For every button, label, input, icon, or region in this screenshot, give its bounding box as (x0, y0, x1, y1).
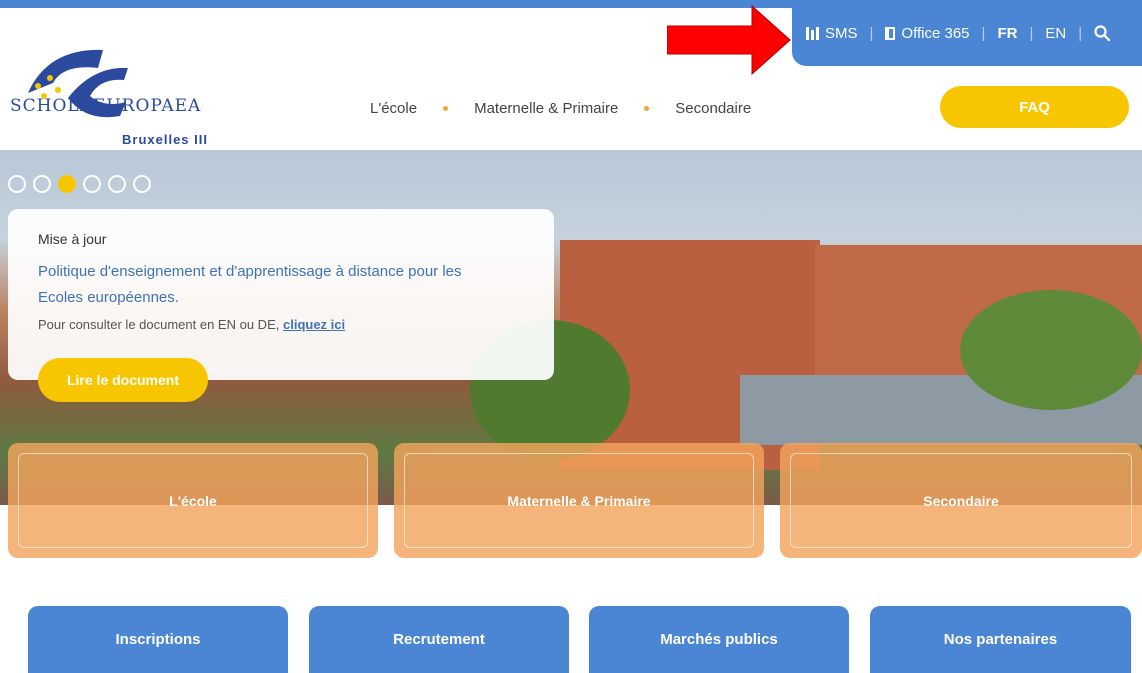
logo-campus: Bruxelles III (122, 132, 208, 147)
nav-maternelle-primaire[interactable]: Maternelle & Primaire (474, 100, 618, 117)
carousel-dot-6[interactable] (133, 175, 151, 193)
carousel-dot-5[interactable] (108, 175, 126, 193)
faq-button[interactable]: FAQ (940, 86, 1129, 128)
carousel-dot-1[interactable] (8, 175, 26, 193)
separator: | (981, 24, 986, 42)
language-en[interactable]: EN (1045, 25, 1066, 42)
news-body-text: Pour consulter le document en EN ou DE, (38, 317, 280, 332)
news-eyebrow: Mise à jour (38, 231, 107, 247)
separator: | (1029, 24, 1034, 42)
quick-link-recrutement[interactable]: Recrutement (309, 606, 569, 673)
news-body-link[interactable]: cliquez ici (283, 317, 345, 332)
sms-label: SMS (825, 24, 858, 42)
main-nav: L'école Maternelle & Primaire Secondaire (370, 100, 751, 117)
tile-label: Maternelle & Primaire (507, 492, 651, 509)
separator: | (1078, 24, 1083, 42)
language-fr[interactable]: FR (997, 25, 1017, 42)
office365-link[interactable]: Office 365 (885, 24, 970, 42)
tile-maternelle-primaire[interactable]: Maternelle & Primaire (394, 443, 764, 558)
sms-link[interactable]: SMS (806, 25, 858, 42)
nav-separator-dot (443, 106, 449, 111)
tile-label: Secondaire (923, 492, 999, 509)
office365-label: Office 365 (901, 24, 970, 42)
logo-wordmark: SCHOLAEUROPAEA (10, 96, 202, 116)
bars-icon (806, 26, 819, 40)
tile-label: L'école (169, 492, 217, 509)
carousel-dot-4[interactable] (83, 175, 101, 193)
news-body: Pour consulter le document en EN ou DE, … (38, 317, 524, 332)
search-button[interactable] (1094, 25, 1111, 41)
search-icon (1094, 25, 1111, 41)
nav-ecole[interactable]: L'école (370, 100, 417, 117)
annotation-arrow-icon (667, 4, 791, 76)
news-card: Mise à jour Politique d'enseignement et … (8, 209, 554, 380)
news-headline[interactable]: Politique d'enseignement et d'apprentiss… (38, 259, 508, 311)
hero-trees (960, 290, 1142, 410)
read-document-button[interactable]: Lire le document (38, 358, 208, 402)
utility-bar: SMS | Office 365 | FR | EN | (792, 0, 1142, 66)
nav-separator-dot (644, 106, 650, 111)
carousel-dot-2[interactable] (33, 175, 51, 193)
carousel-dots (8, 175, 151, 193)
quick-link-marches-publics[interactable]: Marchés publics (589, 606, 849, 673)
quick-link-inscriptions[interactable]: Inscriptions (28, 606, 288, 673)
carousel-dot-3[interactable] (58, 175, 76, 193)
tile-ecole[interactable]: L'école (8, 443, 378, 558)
tile-secondaire[interactable]: Secondaire (780, 443, 1142, 558)
office-icon (885, 26, 896, 40)
separator: | (869, 24, 874, 42)
nav-secondaire[interactable]: Secondaire (675, 100, 751, 117)
quick-link-partenaires[interactable]: Nos partenaires (870, 606, 1131, 673)
